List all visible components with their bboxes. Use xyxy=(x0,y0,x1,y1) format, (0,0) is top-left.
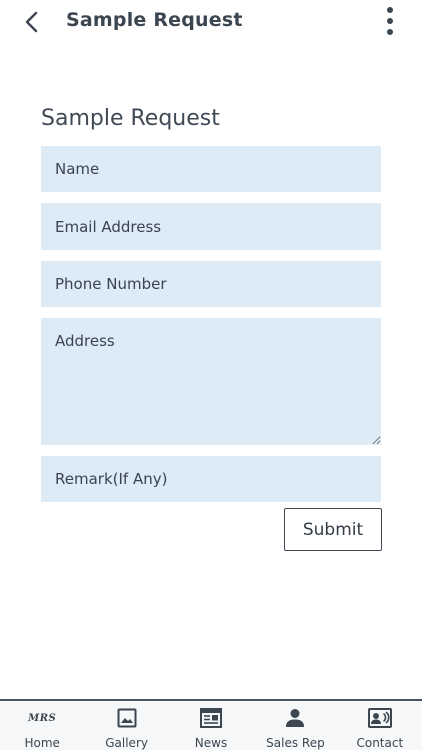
nav-item-news[interactable]: News xyxy=(169,701,253,750)
person-icon xyxy=(286,709,305,727)
app-title: Sample Request xyxy=(66,9,243,31)
bottom-nav: ΜRS Home Gallery News Sales Rep Contact xyxy=(0,699,422,750)
back-button[interactable] xyxy=(18,8,46,36)
email-input[interactable] xyxy=(41,203,381,250)
nav-item-gallery[interactable]: Gallery xyxy=(84,701,168,750)
newspaper-icon xyxy=(200,708,223,728)
chevron-left-icon xyxy=(25,11,38,33)
more-menu-button[interactable] xyxy=(376,4,404,38)
app-bar: Sample Request xyxy=(0,0,422,44)
more-vertical-icon xyxy=(387,7,393,35)
contact-card-icon xyxy=(367,708,392,728)
nav-item-contact[interactable]: Contact xyxy=(338,701,422,750)
nav-label-home: Home xyxy=(24,736,60,750)
nav-label-gallery: Gallery xyxy=(105,736,148,750)
home-logo-mark: ΜRS xyxy=(28,712,57,724)
phone-input[interactable] xyxy=(41,261,381,307)
form-title: Sample Request xyxy=(41,106,220,131)
image-icon xyxy=(117,708,137,728)
nav-item-home[interactable]: ΜRS Home xyxy=(0,701,84,750)
submit-button[interactable]: Submit xyxy=(284,508,382,551)
nav-label-sales-rep: Sales Rep xyxy=(266,736,325,750)
remark-input[interactable] xyxy=(41,456,381,502)
nav-item-sales-rep[interactable]: Sales Rep xyxy=(253,701,337,750)
address-textarea[interactable] xyxy=(41,318,381,445)
nav-label-contact: Contact xyxy=(356,736,404,750)
home-logo-icon: ΜRS xyxy=(28,707,56,729)
name-input[interactable] xyxy=(41,146,381,192)
nav-label-news: News xyxy=(194,736,228,750)
